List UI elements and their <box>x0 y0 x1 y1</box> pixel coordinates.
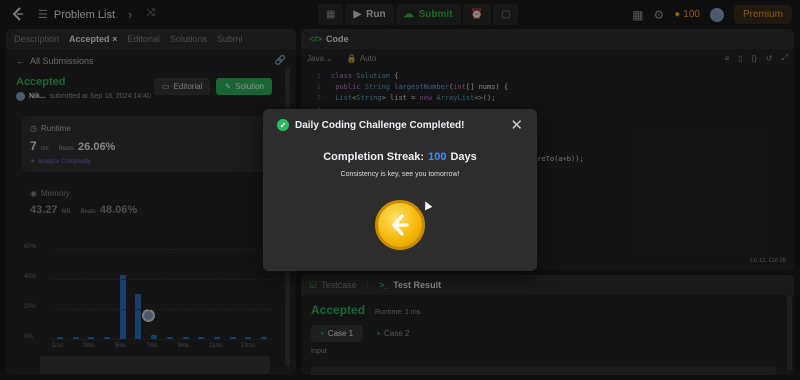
streak-unit: Days <box>450 151 477 163</box>
check-circle-icon: ✓ <box>277 119 289 131</box>
leetcode-coin-icon <box>375 200 425 250</box>
streak-number: 100 <box>428 151 447 163</box>
close-icon[interactable]: ✕ <box>510 116 523 134</box>
modal-message: Consistency is key, see you tomorrow! <box>340 171 460 178</box>
completion-streak: Completion Streak: 100 Days <box>263 151 537 163</box>
modal-title: Daily Coding Challenge Completed! <box>295 119 465 131</box>
streak-label: Completion Streak: <box>323 151 425 163</box>
challenge-completed-modal: ✓ Daily Coding Challenge Completed! ✕ Co… <box>263 109 537 271</box>
